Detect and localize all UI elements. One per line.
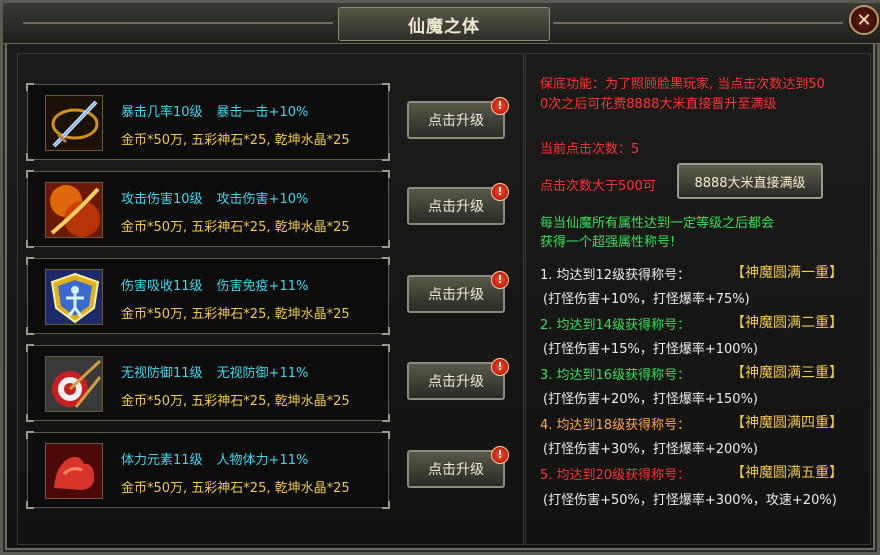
alert-icon: ! bbox=[491, 183, 509, 201]
guarantee-text-1: 保底功能：为了照顾脸黑玩家, 当点击次数达到50 bbox=[540, 77, 825, 92]
title-requirement: 4. 均达到18级获得称号： bbox=[540, 418, 691, 433]
skill-effect: 人物体力+11% bbox=[216, 453, 309, 468]
sword-crit-icon bbox=[45, 95, 103, 151]
upgrade-label: 点击升级 bbox=[428, 374, 484, 390]
upgrade-label: 点击升级 bbox=[428, 113, 484, 129]
skill-name: 暴击几率10级 bbox=[121, 105, 203, 120]
title-bonus: (打怪伤害+20%，打怪爆率+150%) bbox=[543, 392, 758, 407]
title-name: 【神魔圆满一重】 bbox=[731, 265, 843, 281]
fire-blade-icon bbox=[45, 182, 103, 238]
skill-name: 无视防御11级 bbox=[121, 366, 203, 381]
target-pierce-icon bbox=[45, 356, 103, 412]
skill-effect: 伤害免疫+11% bbox=[216, 279, 309, 294]
skill-cost: 金币*50万, 五彩神石*25, 乾坤水晶*25 bbox=[121, 220, 350, 235]
skill-name: 攻击伤害10级 bbox=[121, 192, 203, 207]
alert-icon: ! bbox=[491, 446, 509, 464]
title-name: 【神魔圆满三重】 bbox=[731, 365, 843, 381]
title-name: 【神魔圆满二重】 bbox=[731, 315, 843, 331]
alert-icon: ! bbox=[491, 358, 509, 376]
title-requirement: 2. 均达到14级获得称号： bbox=[540, 318, 691, 333]
skill-card-crit: 暴击几率10级 暴击一击+10% 金币*50万, 五彩神石*25, 乾坤水晶*25 bbox=[26, 83, 390, 161]
upgrade-button-pierce[interactable]: 点击升级 ! bbox=[407, 358, 509, 400]
skill-name: 伤害吸收11级 bbox=[121, 279, 203, 294]
alert-icon: ! bbox=[491, 97, 509, 115]
skill-cost: 金币*50万, 五彩神石*25, 乾坤水晶*25 bbox=[121, 307, 350, 322]
title-desc-1: 每当仙魔所有属性达到一定等级之后都会 bbox=[540, 216, 775, 231]
upgrade-button-attack[interactable]: 点击升级 ! bbox=[407, 183, 509, 225]
upgrade-button-absorb[interactable]: 点击升级 ! bbox=[407, 271, 509, 313]
skill-effect: 暴击一击+10% bbox=[216, 105, 309, 120]
alert-icon: ! bbox=[491, 271, 509, 289]
close-button[interactable]: ✕ bbox=[849, 5, 879, 35]
over-500-label: 点击次数大于500可 bbox=[540, 179, 656, 194]
title-name: 【神魔圆满五重】 bbox=[731, 465, 843, 481]
title-name: 【神魔圆满四重】 bbox=[731, 415, 843, 431]
skill-card-stamina: 体力元素11级 人物体力+11% 金币*50万, 五彩神石*25, 乾坤水晶*25 bbox=[26, 431, 390, 509]
shield-absorb-icon bbox=[45, 269, 103, 325]
upgrade-label: 点击升级 bbox=[428, 199, 484, 215]
upgrade-button-crit[interactable]: 点击升级 ! bbox=[407, 97, 509, 139]
title-divider-right bbox=[553, 22, 843, 24]
upgrade-button-stamina[interactable]: 点击升级 ! bbox=[407, 446, 509, 488]
skill-cost: 金币*50万, 五彩神石*25, 乾坤水晶*25 bbox=[121, 133, 350, 148]
direct-max-button[interactable]: 8888大米直接满级 bbox=[677, 163, 823, 199]
title-bonus: (打怪伤害+30%，打怪爆率+200%) bbox=[543, 442, 758, 457]
title-requirement: 1. 均达到12级获得称号： bbox=[540, 268, 691, 283]
skill-effect: 无视防御+11% bbox=[216, 366, 309, 381]
skill-name: 体力元素11级 bbox=[121, 453, 203, 468]
skill-effect: 攻击伤害+10% bbox=[216, 192, 309, 207]
title-bonus: (打怪伤害+50%，打怪爆率+300%，攻速+20%) bbox=[543, 493, 837, 508]
upgrade-label: 点击升级 bbox=[428, 462, 484, 478]
skill-card-pierce: 无视防御11级 无视防御+11% 金币*50万, 五彩神石*25, 乾坤水晶*25 bbox=[26, 344, 390, 422]
skill-cost: 金币*50万, 五彩神石*25, 乾坤水晶*25 bbox=[121, 394, 350, 409]
muscle-arm-icon bbox=[45, 443, 103, 499]
guarantee-text-2: 0次之后可花费8888大米直接晋升至满级 bbox=[540, 97, 777, 112]
title-requirement: 3. 均达到16级获得称号： bbox=[540, 368, 691, 383]
direct-max-label: 8888大米直接满级 bbox=[694, 175, 806, 191]
upgrade-label: 点击升级 bbox=[428, 287, 484, 303]
title-plate: 仙魔之体 bbox=[338, 7, 550, 41]
title-desc-2: 获得一个超强属性称号! bbox=[540, 235, 676, 250]
skill-card-absorb: 伤害吸收11级 伤害免疫+11% 金币*50万, 五彩神石*25, 乾坤水晶*25 bbox=[26, 257, 390, 335]
title-bar: 仙魔之体 bbox=[3, 3, 880, 44]
window-frame: 仙魔之体 ✕ 暴击几率10级 暴击一击+10% 金币*50万, 五彩神石*25, … bbox=[0, 0, 880, 555]
close-icon: ✕ bbox=[856, 9, 872, 31]
title-requirement: 5. 均达到20级获得称号： bbox=[540, 468, 691, 483]
skill-card-attack: 攻击伤害10级 攻击伤害+10% 金币*50万, 五彩神石*25, 乾坤水晶*25 bbox=[26, 170, 390, 248]
title-bonus: (打怪伤害+10%，打怪爆率+75%) bbox=[543, 292, 750, 307]
window-title: 仙魔之体 bbox=[408, 16, 480, 37]
skill-cost: 金币*50万, 五彩神石*25, 乾坤水晶*25 bbox=[121, 481, 350, 496]
click-count: 当前点击次数：5 bbox=[540, 142, 640, 157]
title-bonus: (打怪伤害+15%，打怪爆率+100%) bbox=[543, 342, 758, 357]
title-divider-left bbox=[23, 22, 333, 24]
